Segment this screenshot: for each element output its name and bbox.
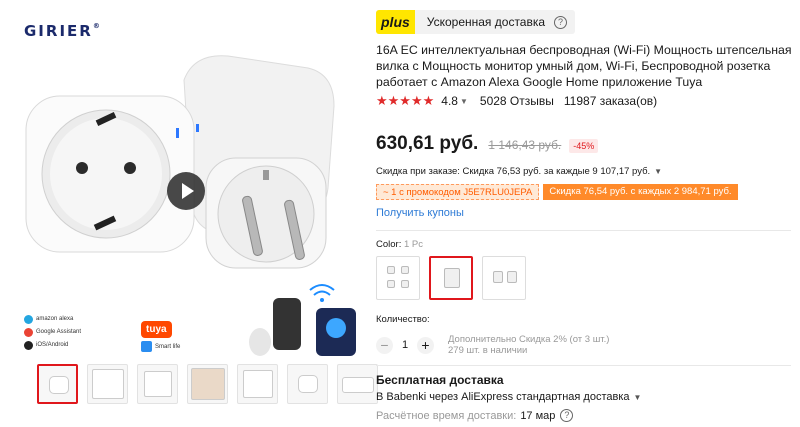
reviews-count[interactable]: 5028 Отзывы [480,94,554,108]
rating-value[interactable]: 4.8 [441,94,458,108]
quantity-minus-button[interactable]: − [376,336,393,354]
alexa-icon [24,315,33,324]
promo-row: ~ 1 с промокодом J5E7RLU0JEPA Скидка 76,… [376,184,738,200]
thumbnail-6[interactable] [287,364,328,404]
free-shipping-title: Бесплатная доставка [376,373,504,387]
current-price: 630,61 руб. [376,133,479,154]
plus-shipping-label: Ускоренная доставка [426,15,546,29]
swatch-2-pack[interactable] [482,256,526,300]
thumbnail-3[interactable] [137,364,178,404]
color-swatches [376,256,526,300]
apple-android-icon [24,341,33,350]
plus-shipping-banner[interactable]: plus Ускоренная доставка ? [376,10,576,34]
shipping-method[interactable]: В Babenki через AliExpress стандартная д… [376,391,641,403]
chevron-down-icon[interactable]: ▼ [654,167,662,176]
help-icon[interactable]: ? [554,15,568,29]
quantity-plus-button[interactable]: + [417,336,434,354]
stock-count: 279 шт. в наличии [448,345,528,356]
promo-code[interactable]: ~ 1 с промокодом J5E7RLU0JEPA [376,184,540,200]
old-price: 1 146,43 руб. [488,138,562,152]
promo-detail: Скидка 76,54 руб. с каждых 2 984,71 руб. [543,184,738,200]
smartlife-icon [141,341,152,352]
smartlife-logo: Smart life [141,341,180,352]
bulk-discount-note: Дополнительно Скидка 2% (от 3 шт.) [448,334,610,345]
swatch-1-pc[interactable] [429,256,473,300]
chevron-down-icon[interactable]: ▼ [460,97,468,106]
divider [376,365,791,366]
chevron-down-icon[interactable]: ▼ [634,393,642,402]
google-assistant-icon [24,328,33,337]
video-play-button[interactable] [167,172,205,210]
help-icon[interactable]: ? [560,409,574,422]
orders-count: 11987 заказа(ов) [563,94,658,108]
thumbnail-1[interactable] [37,364,78,404]
divider [376,230,791,231]
order-discount[interactable]: Скидка при заказе: Скидка 76,53 руб. за … [376,166,662,177]
quantity-stepper: − 1 + Дополнительно Скидка 2% (от 3 шт.)… [376,334,609,356]
main-product-image[interactable]: GIRIER® amazon alexa Google Assistant iO… [8,8,360,356]
quantity-info: Дополнительно Скидка 2% (от 3 шт.) 279 ш… [448,334,609,356]
quantity-input[interactable]: 1 [393,339,417,351]
rating-row: ★★★★★ 4.8 ▼ 5028 Отзывы 11987 заказа(ов) [376,93,657,109]
product-title: 16A EC интеллектуальная беспроводная (Wi… [376,43,792,89]
eta-label: Расчётное время доставки: [376,409,517,422]
discount-badge: -45% [569,139,599,153]
thumbnail-strip [37,364,378,404]
rating-stars-icon[interactable]: ★★★★★ [376,93,434,109]
delivery-eta: Расчётное время доставки: 17 мар ? [376,409,581,422]
plus-badge: plus [376,10,415,34]
thumbnail-7[interactable] [337,364,378,404]
get-coupons-link[interactable]: Получить купоны [376,207,464,219]
color-label: Color: 1 Pc [376,239,423,250]
tuya-logo: tuya [141,321,172,338]
quantity-label: Количество: [376,314,430,325]
swatch-4-pack[interactable] [376,256,420,300]
price-row: 630,61 руб. 1 146,43 руб. -45% [376,133,599,155]
thumbnail-2[interactable] [87,364,128,404]
eta-value: 17 мар [520,409,556,422]
compatibility-logos: amazon alexa Google Assistant iOS/Androi… [24,313,81,352]
thumbnail-5[interactable] [237,364,278,404]
thumbnail-4[interactable] [187,364,228,404]
product-gallery: GIRIER® amazon alexa Google Assistant iO… [0,0,378,427]
